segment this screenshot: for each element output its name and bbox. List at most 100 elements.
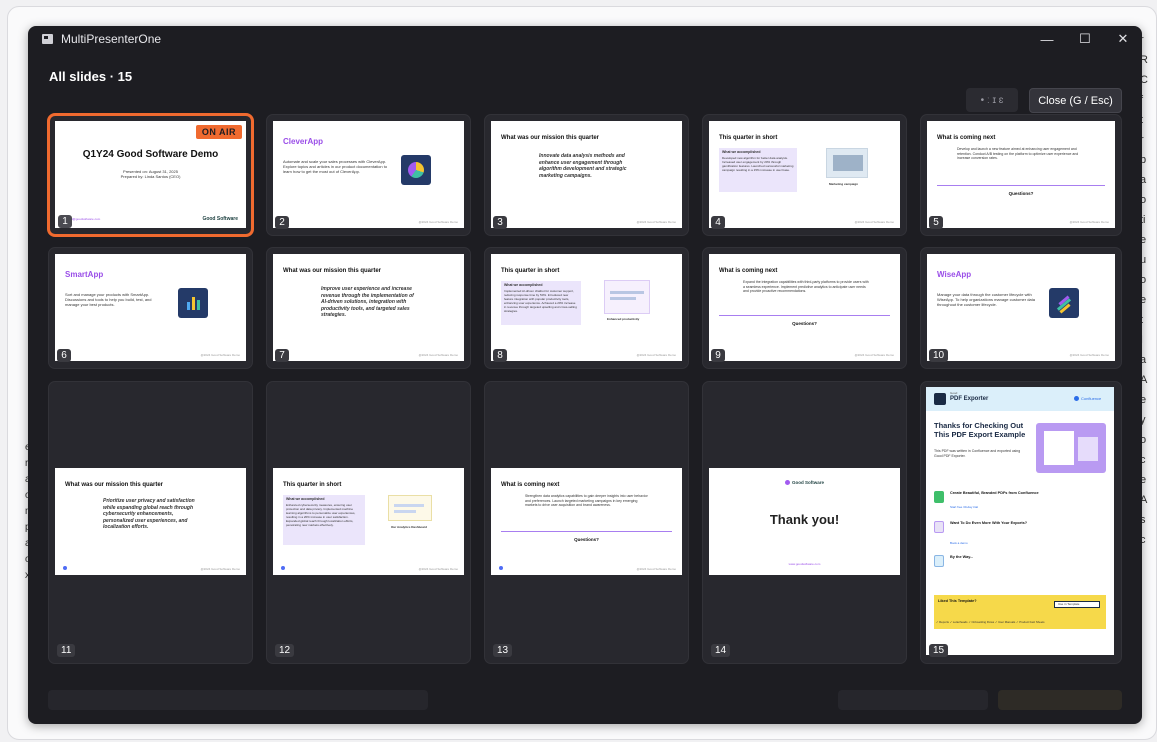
background-letter: u: [1140, 254, 1147, 266]
background-letter: C: [1140, 74, 1148, 86]
background-letter: r: [1140, 30, 1157, 50]
slide-card[interactable]: What is coming next Expand the integrati…: [702, 247, 907, 369]
background-letter: I: [1140, 330, 1157, 350]
slide-text: Prepared by: Linda Santos (CEO): [120, 174, 181, 179]
slide-card[interactable]: Good Software Thank you! www.goodsoftwar…: [702, 381, 907, 664]
background-letter: e: [1140, 234, 1147, 246]
slide-card[interactable]: CleverApp Automate and scale your sales …: [266, 114, 471, 236]
slide-number: 5: [929, 216, 943, 229]
slide-thumbnail: What was our mission this quarter Innova…: [491, 121, 682, 228]
background-letter: A: [1140, 374, 1148, 386]
slide-thumbnail: This quarter in short What we accomplish…: [491, 254, 682, 361]
background-letter: r: [1140, 130, 1157, 150]
slide-thumbnail: ON AIR Q1Y24 Good Software Demo Presente…: [55, 121, 246, 228]
slide-card[interactable]: What was our mission this quarter Priori…: [48, 381, 253, 664]
cta-title: Liked This Template?: [938, 599, 977, 603]
app-logo-icon: [401, 155, 431, 185]
close-overview-button[interactable]: Close (G / Esc): [1029, 88, 1122, 113]
slide-footer: www.goodsoftware.com: [788, 562, 821, 566]
maximize-button[interactable]: ☐: [1066, 26, 1104, 52]
slide-number: 2: [275, 216, 289, 229]
background-letter: t: [1140, 110, 1157, 130]
slide-title: This quarter in short: [719, 135, 778, 141]
background-letter: f: [1140, 90, 1157, 110]
app-logo-icon: [1049, 288, 1079, 318]
slide-card[interactable]: SmartApp Sort and manage your products w…: [48, 247, 253, 369]
brand-logo: Good Software: [709, 480, 900, 486]
slide-footer: @2024 Good Software Demo: [636, 567, 676, 571]
slide-card[interactable]: This quarter in short What we accomplish…: [702, 114, 907, 236]
background-letter: o: [1140, 434, 1147, 446]
divider: [937, 185, 1105, 186]
slides-grid: ON AIR Q1Y24 Good Software Demo Presente…: [48, 114, 1122, 664]
slide-footer: @2024 Good Software Demo: [200, 353, 240, 357]
app-icon: [42, 34, 53, 44]
slide-card[interactable]: WiseApp Manage your data through the cus…: [920, 247, 1122, 369]
screenshot-image: [604, 280, 650, 314]
screenshot-image: [388, 495, 432, 521]
slide-footer: @2024 Good Software Demo: [854, 220, 894, 224]
questions-text: Questions?: [574, 537, 599, 542]
slide-thumbnail: This quarter in short What we accomplish…: [273, 468, 464, 575]
feature-title: By the Way...: [950, 555, 974, 559]
slide-thumbnail: What was our mission this quarter Improv…: [273, 254, 464, 361]
slide-card[interactable]: What is coming next Strengthen data anal…: [484, 381, 689, 664]
slide-title: What was our mission this quarter: [283, 268, 382, 274]
slide-footer: @2024 Good Software Demo: [1069, 353, 1109, 357]
feature-icon: [934, 521, 944, 533]
blurred-toolbar-left: [48, 690, 428, 710]
brand-dot-icon: [63, 566, 67, 570]
brand-name: Good Software: [791, 480, 824, 485]
slide-card[interactable]: What was our mission this quarter Innova…: [484, 114, 689, 236]
slide-card[interactable]: This quarter in short What we accomplish…: [484, 247, 689, 369]
slide-thumbnail: Good Software Thank you! www.goodsoftwar…: [709, 468, 900, 575]
pdf-subtitle: This PDF was written in Confluence and e…: [934, 449, 1021, 458]
minimize-button[interactable]: —: [1028, 26, 1066, 52]
slide-footer: @2024 Good Software Demo: [1069, 220, 1109, 224]
slide-footer: @2024 Good Software Demo: [854, 353, 894, 357]
close-window-button[interactable]: ✕: [1104, 26, 1142, 52]
feature-link: Start free 30-day trial: [950, 505, 979, 509]
slide-footer: @2024 Good Software Demo: [418, 567, 458, 571]
background-letter: s: [1140, 514, 1146, 526]
blurred-button[interactable]: • ː ɪ ɛ: [966, 88, 1018, 112]
slide-thumbnail: SmartApp Sort and manage your products w…: [55, 254, 246, 361]
slide-footer: @2024 Good Software Demo: [636, 353, 676, 357]
slide-number: 9: [711, 349, 725, 362]
background-letter: c: [1140, 454, 1146, 466]
slide-card[interactable]: ON AIR Q1Y24 Good Software Demo Presente…: [48, 114, 253, 236]
box-title: What we accomplished: [286, 497, 325, 501]
feature-title: Create Beautiful, Branded PDFs from Conf…: [950, 491, 1039, 495]
divider: [719, 315, 890, 316]
divider: [501, 531, 672, 532]
feature-icon: [934, 555, 944, 567]
slide-card[interactable]: What was our mission this quarter Improv…: [266, 247, 471, 369]
slide-thumbnail: What is coming next Strengthen data anal…: [491, 468, 682, 575]
slide-number: 10: [929, 349, 949, 362]
slide-number: 6: [57, 349, 71, 362]
slide-card[interactable]: Good PDF Exporter Confluence Thanks for …: [920, 381, 1122, 664]
slide-number: 4: [711, 216, 725, 229]
slide-card[interactable]: What is coming next Develop and launch a…: [920, 114, 1122, 236]
slide-number: 3: [493, 216, 507, 229]
slide-text: Manage your data through the customer li…: [937, 292, 1035, 307]
slide-title: What is coming next: [937, 135, 996, 141]
slide-text: Enhanced cybersecurity measures, ensurin…: [286, 503, 356, 527]
background-letter: R: [1140, 54, 1148, 66]
slide-title: CleverApp: [283, 137, 324, 146]
slide-card[interactable]: This quarter in short What we accomplish…: [266, 381, 471, 664]
feature-link: Book a demo: [950, 541, 968, 545]
slide-thumbnail: CleverApp Automate and scale your sales …: [273, 121, 464, 228]
slide-footer: @2024 Good Software Demo: [636, 220, 676, 224]
slide-text: Expand the integration capabilities with…: [743, 280, 869, 293]
background-letter: e: [1140, 394, 1147, 406]
image-caption: Enhanced productivity: [607, 317, 640, 321]
brand-dot-icon: [499, 566, 503, 570]
background-letter: b: [1140, 154, 1147, 166]
pdf-exporter-logo-icon: [934, 393, 946, 405]
slide-text: Developed new algorithm for better data …: [722, 156, 794, 172]
background-letter: A: [1140, 494, 1148, 506]
feature-icon: [934, 491, 944, 503]
slide-text: Automate and scale your sales processes …: [283, 159, 388, 174]
window-title: MultiPresenterOne: [61, 32, 162, 46]
